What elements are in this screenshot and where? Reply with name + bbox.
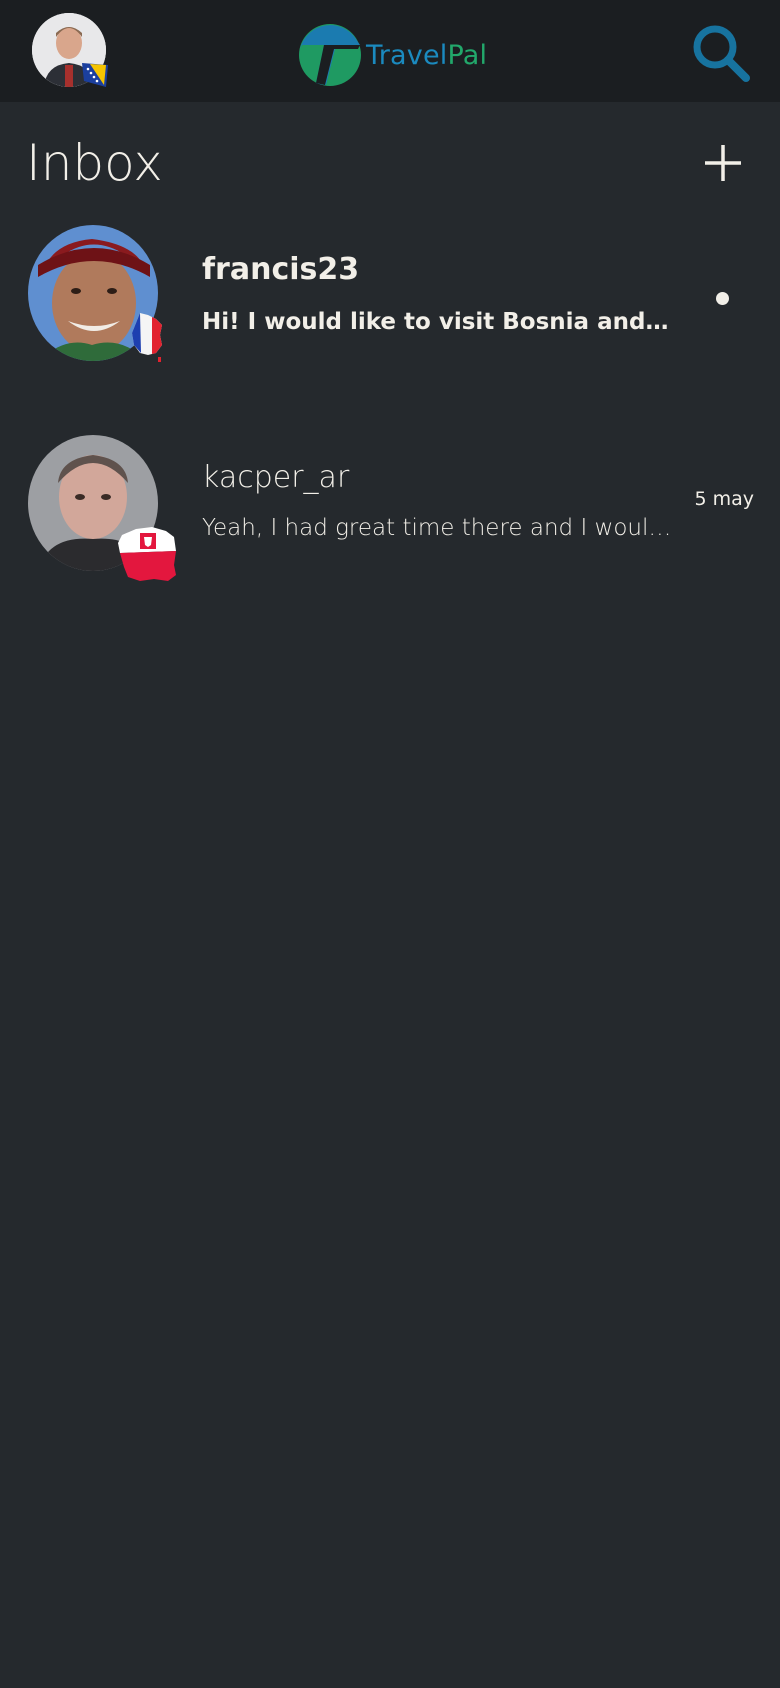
travelpal-logo-icon bbox=[299, 24, 361, 86]
poland-flag-icon bbox=[118, 527, 176, 581]
contact-avatar bbox=[28, 435, 176, 581]
page-title: Inbox bbox=[26, 134, 163, 192]
france-flag-icon bbox=[132, 313, 162, 362]
bosnia-flag-icon bbox=[82, 63, 108, 87]
logo-text: TravelPal bbox=[366, 40, 487, 71]
app-logo: TravelPal bbox=[298, 23, 487, 87]
profile-avatar-button[interactable] bbox=[32, 13, 108, 87]
contact-username: francis23 bbox=[202, 252, 360, 287]
plus-icon bbox=[705, 145, 741, 181]
top-bar: TravelPal bbox=[0, 0, 780, 102]
logo-text-pal: Pal bbox=[447, 39, 488, 71]
conversation-item[interactable]: kacper_ar Yeah, I had great time there a… bbox=[0, 430, 780, 590]
new-message-button[interactable] bbox=[700, 140, 746, 186]
conversation-item[interactable]: francis23 Hi! I would like to visit Bosn… bbox=[0, 220, 780, 380]
logo-text-travel: Travel bbox=[366, 39, 448, 71]
message-timestamp: 5 may bbox=[694, 488, 754, 510]
message-preview: Hi! I would like to visit Bosnia and Her… bbox=[202, 309, 672, 335]
search-button[interactable] bbox=[690, 22, 752, 84]
search-icon bbox=[693, 25, 750, 82]
message-preview: Yeah, I had great time there and I would… bbox=[202, 515, 672, 541]
contact-username: kacper_ar bbox=[202, 460, 350, 495]
unread-indicator bbox=[716, 292, 729, 305]
contact-avatar bbox=[28, 225, 162, 363]
